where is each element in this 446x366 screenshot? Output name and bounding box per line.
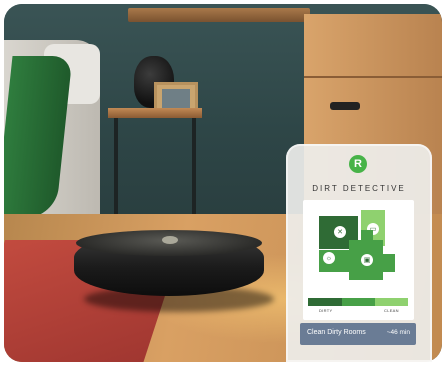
screen-title: DIRT DETECTIVE xyxy=(312,184,406,193)
wall-shelf xyxy=(128,8,310,22)
room-hallway xyxy=(361,230,373,244)
utensils-icon: ✕ xyxy=(334,226,346,238)
clean-button-label: Clean Dirty Rooms xyxy=(307,329,366,336)
legend-clean: CLEAN xyxy=(384,308,399,313)
legend-dirty: DIRTY xyxy=(319,308,333,313)
dirt-scale-clean xyxy=(375,298,408,306)
app-logo-icon: R xyxy=(349,155,367,173)
dirt-scale-medium xyxy=(342,298,375,306)
clean-dirty-rooms-button[interactable]: Clean Dirty Rooms ~46 min xyxy=(300,323,416,345)
drawer-divider xyxy=(304,76,442,78)
estimated-time: ~46 min xyxy=(386,329,410,336)
robot-clean-button xyxy=(162,236,178,244)
drawer-handle xyxy=(330,102,360,110)
lamp-icon: ☼ xyxy=(323,252,335,264)
room-living-alcove xyxy=(383,254,395,272)
dirt-scale-dirty xyxy=(308,298,342,306)
table-leg xyxy=(114,118,118,228)
sofa-icon: ▣ xyxy=(361,254,373,266)
side-table xyxy=(108,108,202,228)
table-leg xyxy=(192,118,196,228)
